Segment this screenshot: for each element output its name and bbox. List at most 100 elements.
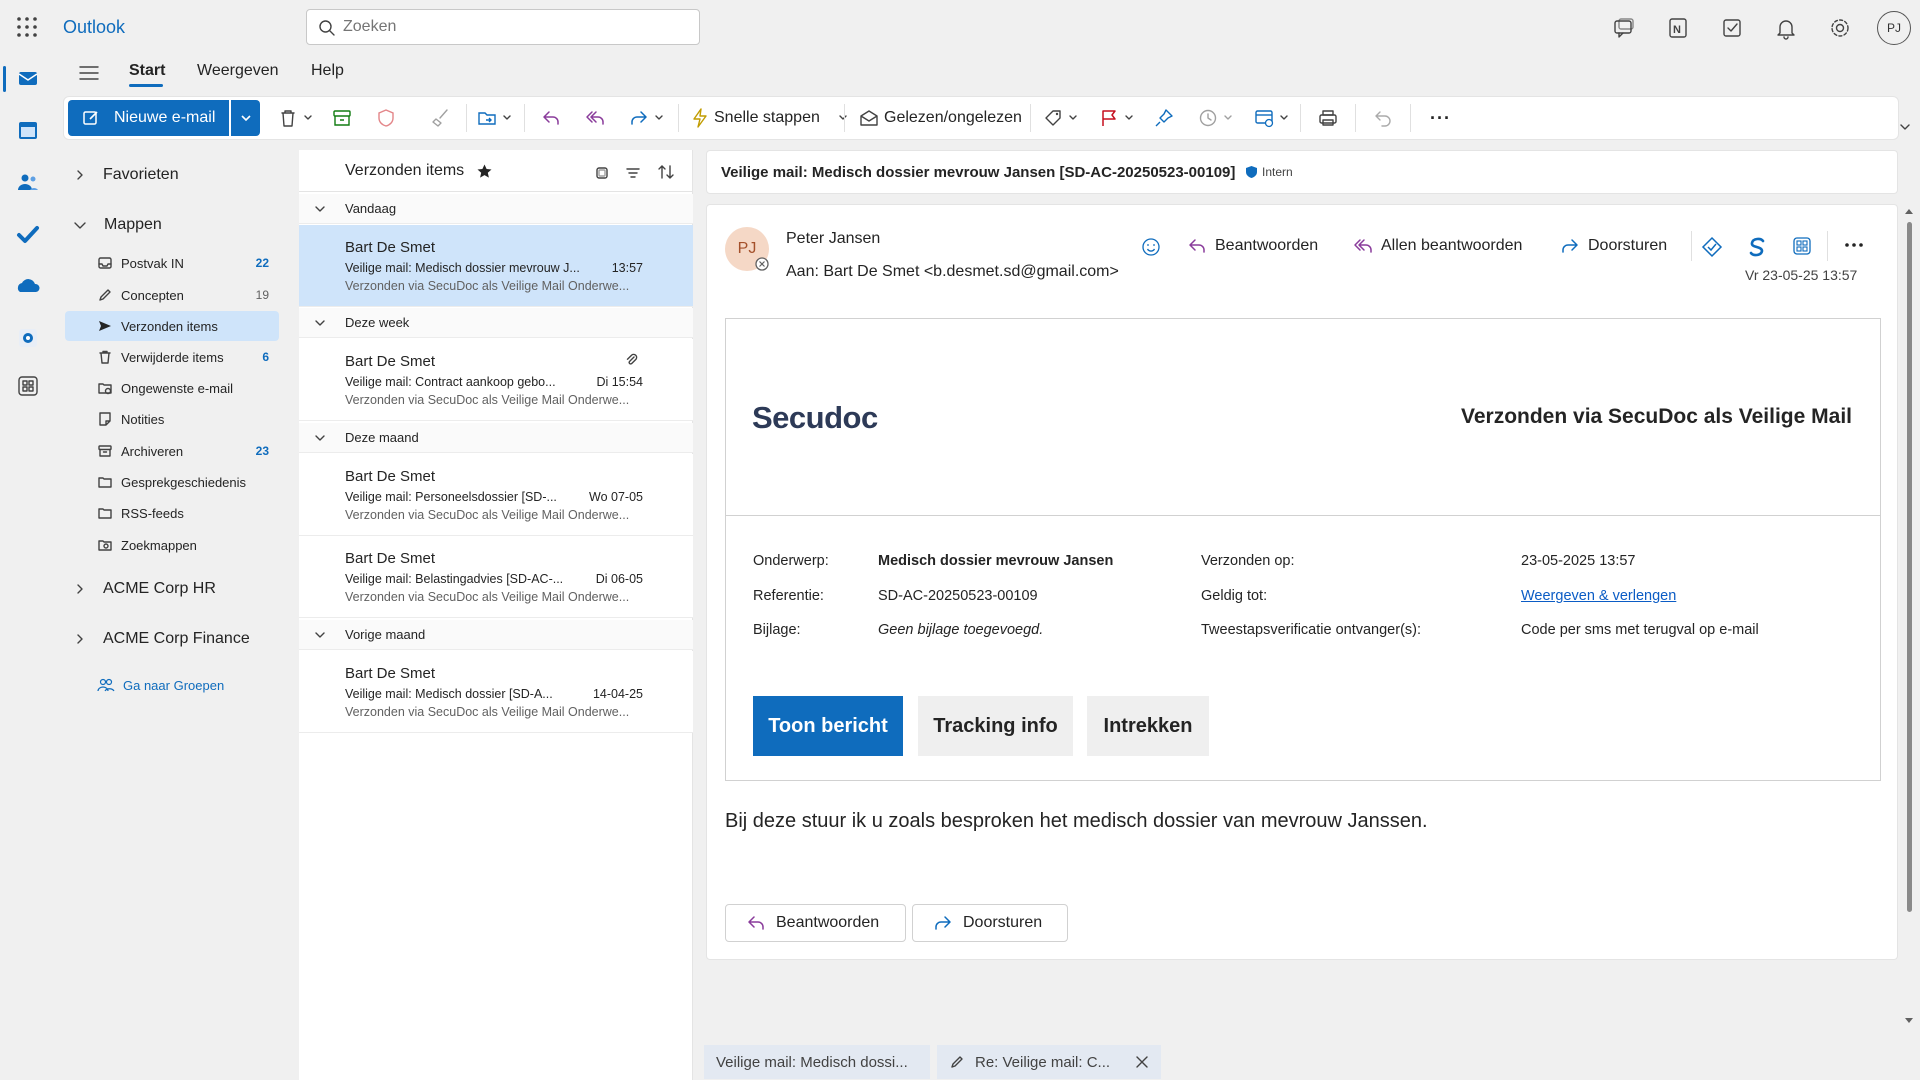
go-to-groups-link[interactable]: Ga naar Groepen [97,677,224,693]
group-header-today[interactable]: Vandaag [299,194,693,224]
tab-help[interactable]: Help [311,62,344,80]
group-header-last-month[interactable]: Vorige maand [299,620,693,650]
message-item[interactable]: Bart De Smet Veilige mail: Contract aank… [299,339,693,421]
emoji-icon[interactable] [1141,237,1161,257]
more-horizontal-icon[interactable] [1843,239,1865,251]
message-time: Wo 07-05 [589,490,643,504]
hamburger-menu-icon[interactable] [76,62,102,84]
folder-deleted[interactable]: Verwijderde items 6 [65,342,279,372]
select-icon[interactable] [594,165,610,181]
paperclip-icon [626,353,638,365]
chat-icon[interactable] [1610,14,1638,42]
categorize-button[interactable] [1042,104,1078,132]
message-item[interactable]: Bart De Smet Veilige mail: Belastingadvi… [299,536,693,618]
reply-button[interactable] [540,104,562,132]
scrollbar-thumb[interactable] [1907,222,1912,912]
mail-icon[interactable] [14,64,42,92]
ribbon-expand-icon[interactable] [1898,120,1912,134]
sort-icon[interactable] [657,163,675,181]
scroll-up-arrow[interactable] [1905,208,1913,214]
chevron-down-icon [304,115,312,120]
app-name[interactable]: Outlook [63,17,125,38]
group-header-this-month[interactable]: Deze maand [299,423,693,453]
tracking-info-button[interactable]: Tracking info [918,696,1073,756]
reply-label: Beantwoorden [1215,237,1319,254]
app-launcher-icon[interactable] [14,14,40,40]
forward-button[interactable]: Doorsturen [1560,231,1667,261]
print-button[interactable] [1317,104,1339,132]
archive-button[interactable] [331,104,353,132]
reply-button[interactable]: Beantwoorden [1187,231,1318,261]
notes-icon[interactable] [1718,14,1746,42]
folder-junk[interactable]: Ongewenste e-mail [65,373,279,403]
folder-rss[interactable]: RSS-feeds [65,498,279,528]
pin-button[interactable] [1153,104,1175,132]
favorites-header[interactable]: Favorieten [63,166,179,184]
bell-icon[interactable] [1772,14,1800,42]
secudoc-addin-icon[interactable] [14,324,42,352]
quick-steps-button[interactable]: Snelle stappen [690,104,848,132]
new-mail-button[interactable]: Nieuwe e-mail [68,100,229,136]
todo-icon[interactable] [14,220,42,248]
onedrive-icon[interactable] [14,272,42,300]
search-box[interactable] [306,9,700,45]
folder-search[interactable]: Zoekmappen [65,530,279,560]
folder-conversation-history[interactable]: Gesprekgeschiedenis [65,467,279,497]
sensitivity-label[interactable]: Intern [1245,165,1293,179]
scroll-down-arrow[interactable] [1905,1018,1913,1024]
account-avatar[interactable]: PJ [1877,11,1911,45]
folder-inbox[interactable]: Postvak IN 22 [65,248,279,278]
tab-weergeven[interactable]: Weergeven [197,62,279,80]
new-mail-dropdown[interactable] [231,100,260,136]
folder-sent[interactable]: Verzonden items [65,311,279,341]
secudoc-addin-icon[interactable] [1746,235,1768,259]
delete-button[interactable] [277,104,313,132]
chevron-right-icon [77,634,83,644]
view-extend-link[interactable]: Weergeven & verlengen [1521,588,1676,604]
show-message-button[interactable]: Toon bericht [753,696,903,756]
forward-button[interactable] [628,104,664,132]
message-time: Di 15:54 [596,375,643,389]
close-icon[interactable] [1135,1055,1149,1069]
group-header-this-week[interactable]: Deze week [299,308,693,338]
rules-button[interactable] [1253,104,1289,132]
undo-button[interactable] [1372,104,1394,132]
tab-start[interactable]: Start [129,62,165,80]
report-button[interactable] [375,104,397,132]
folder-drafts[interactable]: Concepten 19 [65,280,279,310]
new-mail-label: Nieuwe e-mail [114,109,216,126]
star-icon[interactable] [476,163,493,180]
folders-header[interactable]: Mappen [63,216,162,234]
more-options-button[interactable]: ··· [1430,104,1451,132]
read-unread-button[interactable]: Gelezen/ongelezen [858,104,1022,132]
apps-icon[interactable] [1792,236,1812,256]
snooze-button[interactable] [1197,104,1233,132]
reply-all-button[interactable] [584,104,606,132]
sweep-button[interactable] [430,104,452,132]
message-item[interactable]: Bart De Smet Veilige mail: Medisch dossi… [299,225,693,307]
open-item-tab[interactable]: Veilige mail: Medisch dossi... [704,1045,930,1079]
onenote-icon[interactable]: N [1664,14,1692,42]
flag-button[interactable] [1098,104,1134,132]
compose-icon [83,111,98,125]
group-acme-hr[interactable]: ACME Corp HR [63,580,216,598]
message-item[interactable]: Bart De Smet Veilige mail: Personeelsdos… [299,454,693,536]
reply-all-button[interactable]: Allen beantwoorden [1353,231,1522,261]
folder-archive[interactable]: Archiveren 23 [65,436,279,466]
group-acme-finance[interactable]: ACME Corp Finance [63,630,250,648]
addin-diamond-icon[interactable] [1700,235,1724,259]
search-input[interactable] [343,17,683,37]
filter-icon[interactable] [625,165,641,181]
message-item[interactable]: Bart De Smet Veilige mail: Medisch dossi… [299,651,693,733]
footer-reply-button[interactable]: Beantwoorden [725,904,906,942]
footer-forward-button[interactable]: Doorsturen [912,904,1068,942]
people-icon[interactable] [14,168,42,196]
revoke-button[interactable]: Intrekken [1087,696,1209,756]
gear-icon[interactable] [1826,14,1854,42]
more-apps-icon[interactable] [14,372,42,400]
calendar-icon[interactable] [14,116,42,144]
sender-name[interactable]: Peter Jansen [786,230,880,248]
draft-item-tab[interactable]: Re: Veilige mail: C... [937,1045,1161,1079]
move-to-button[interactable] [476,104,512,132]
folder-notes[interactable]: Notities [65,404,279,434]
